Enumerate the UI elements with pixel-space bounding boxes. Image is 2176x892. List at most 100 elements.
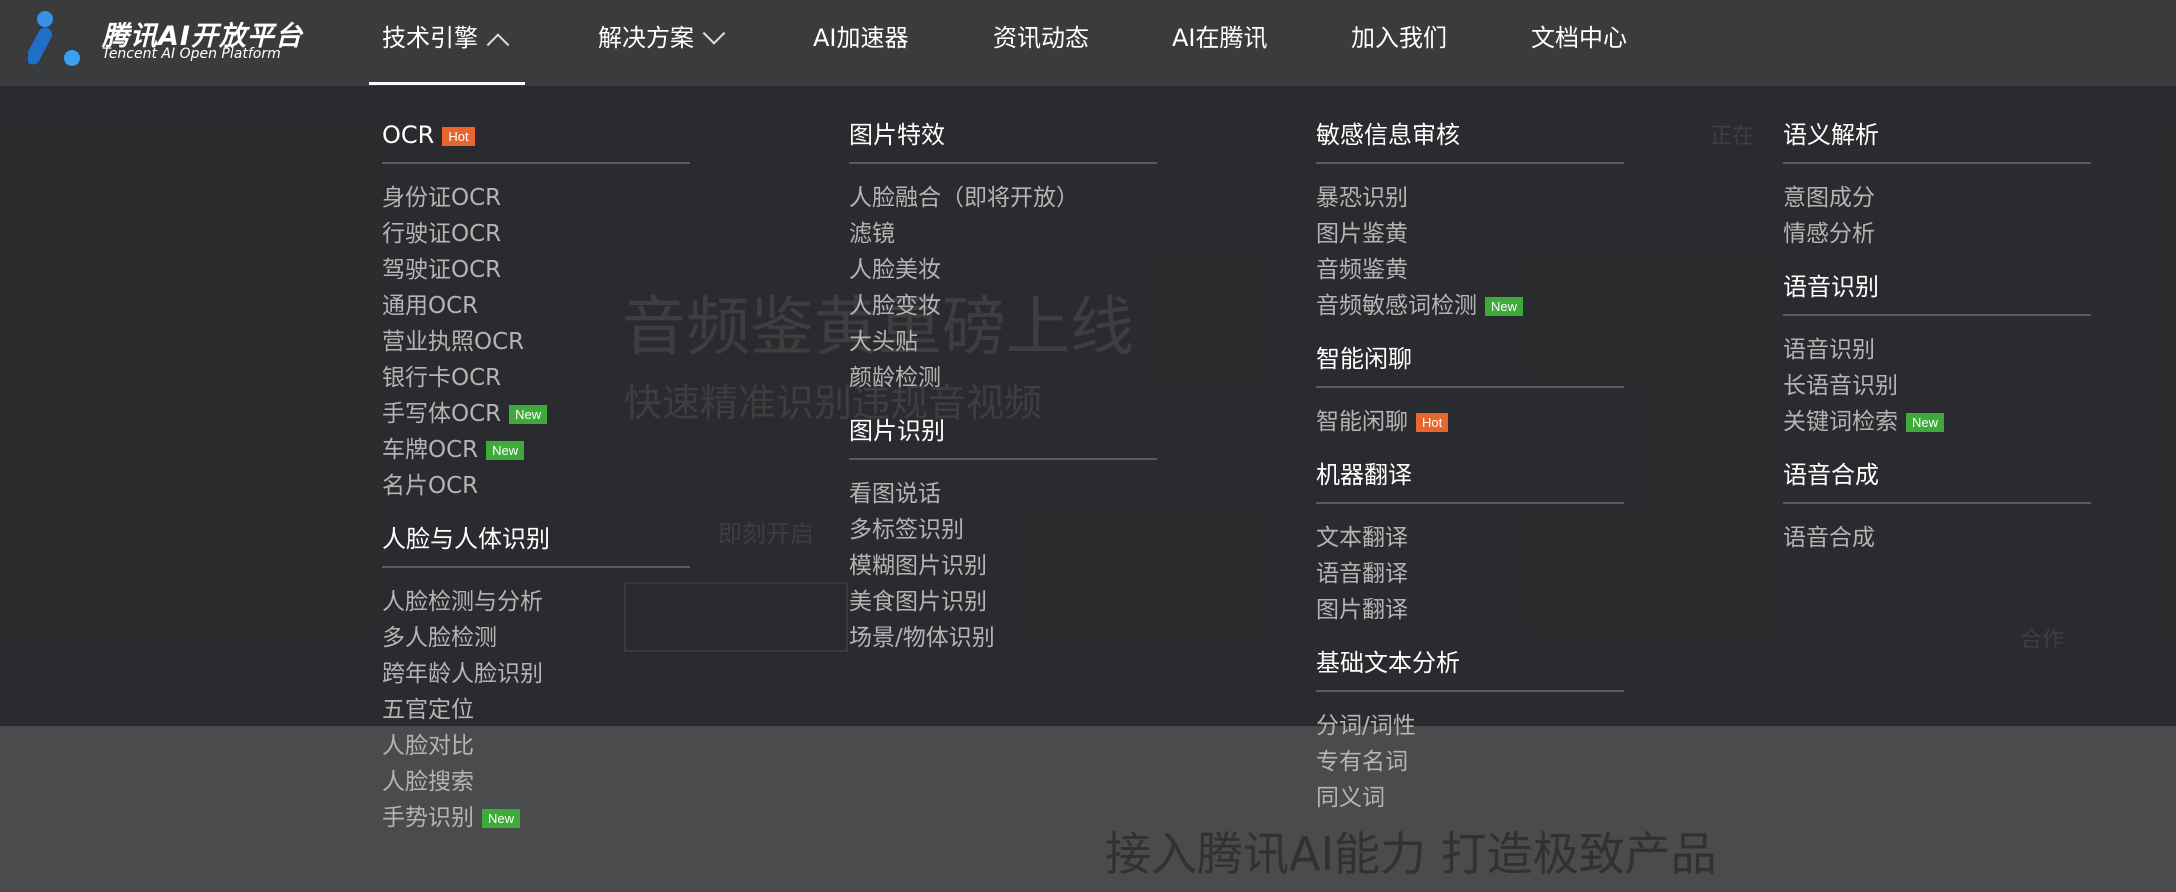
menu-item[interactable]: 音频鉴黄	[1316, 252, 1626, 288]
menu-item[interactable]: 看图说话	[849, 476, 1159, 512]
menu-item[interactable]: 分词/词性	[1316, 708, 1626, 744]
menu-item[interactable]: 意图成分	[1783, 180, 2093, 216]
menu-group-title[interactable]: 语音识别	[1783, 264, 2091, 316]
menu-item[interactable]: 音频敏感词检测 New	[1316, 288, 1626, 324]
menu-group-title-label: 智能闲聊	[1316, 345, 1412, 373]
menu-item[interactable]: 语音识别	[1783, 332, 2093, 368]
menu-item-label: 文本翻译	[1316, 525, 1408, 551]
menu-item[interactable]: 名片OCR	[382, 468, 692, 504]
menu-group-title-label: 图片识别	[849, 417, 945, 445]
menu-group-title-label: 语音识别	[1783, 273, 1879, 301]
menu-item[interactable]: 专有名词	[1316, 744, 1626, 780]
menu-item[interactable]: 场景/物体识别	[849, 620, 1159, 656]
menu-group-title-label: OCR	[382, 121, 435, 149]
menu-column-2: 图片特效人脸融合（即将开放） 滤镜 人脸美妆 人脸变妆 大头贴颜龄检测图片识别看图说话多…	[849, 112, 1159, 656]
menu-item[interactable]: 人脸对比	[382, 728, 692, 764]
menu-group: 语义解析意图成分情感分析	[1783, 112, 2093, 252]
menu-group: 基础文本分析分词/词性专有名词同义词	[1316, 640, 1626, 816]
menu-group-title[interactable]: 基础文本分析	[1316, 640, 1624, 692]
menu-column-4: 语义解析 意图成分 情感分析 语音识别 语音识别 长语音识别 关键词检索 New 语音合成 语音合…	[1783, 112, 2093, 556]
menu-item[interactable]: 人脸融合（即将开放）	[849, 180, 1159, 216]
menu-item[interactable]: 图片鉴黄	[1316, 216, 1626, 252]
menu-item-label: 车牌OCR	[382, 437, 479, 463]
menu-item[interactable]: 滤镜	[849, 216, 1159, 252]
nav-news[interactable]: 资讯动态	[993, 0, 1089, 76]
menu-item[interactable]: 跨年龄人脸识别	[382, 656, 692, 692]
menu-item[interactable]: 通用OCR	[382, 288, 692, 324]
menu-item[interactable]: 人脸搜索	[382, 764, 692, 800]
new-badge: New	[1906, 413, 1945, 432]
menu-item[interactable]: 情感分析	[1783, 216, 2093, 252]
menu-item[interactable]: 图片翻译	[1316, 592, 1626, 628]
menu-group-title[interactable]: 智能闲聊	[1316, 336, 1624, 388]
menu-item-label: 关键词检索	[1783, 409, 1898, 435]
menu-item-label: 图片翻译	[1316, 597, 1408, 623]
menu-group-title[interactable]: 图片特效	[849, 112, 1157, 164]
nav-join-us[interactable]: 加入我们	[1351, 0, 1447, 76]
menu-group-title[interactable]: 敏感信息审核	[1316, 112, 1624, 164]
nav-ai-accelerator[interactable]: AI加速器	[813, 0, 909, 76]
menu-item[interactable]: 身份证OCR	[382, 180, 692, 216]
menu-item[interactable]: 语音翻译	[1316, 556, 1626, 592]
menu-item[interactable]: 多标签识别	[849, 512, 1159, 548]
menu-item[interactable]: 多人脸检测	[382, 620, 692, 656]
nav-solutions-label: 解决方案	[598, 24, 694, 52]
menu-item-label: 专有名词	[1316, 749, 1408, 775]
menu-item[interactable]: 营业执照OCR	[382, 324, 692, 360]
logo[interactable]: 腾讯AI开放平台 Tencent AI Open Platform	[24, 4, 302, 68]
menu-item-label: 语音翻译	[1316, 561, 1408, 587]
menu-item[interactable]: 手势识别 New	[382, 800, 692, 836]
nav-tech-engine-label: 技术引擎	[382, 24, 478, 52]
logo-mark-icon	[28, 11, 80, 66]
menu-group-title-label: 基础文本分析	[1316, 649, 1460, 677]
menu-item[interactable]: 大头贴	[849, 324, 1159, 360]
menu-group-title[interactable]: 语义解析	[1783, 112, 2091, 164]
menu-item-label: 颜龄检测	[849, 365, 941, 391]
nav-docs[interactable]: 文档中心	[1531, 0, 1627, 76]
menu-item[interactable]: 文本翻译	[1316, 520, 1626, 556]
new-badge: New	[509, 405, 548, 424]
menu-item-label: 语音合成	[1783, 525, 1875, 551]
nav-ai-at-tencent[interactable]: AI在腾讯	[1172, 0, 1268, 76]
menu-item[interactable]: 美食图片识别	[849, 584, 1159, 620]
menu-item-label: 手势识别	[382, 805, 474, 831]
menu-item-label: 人脸对比	[382, 733, 474, 759]
menu-item[interactable]: 人脸检测与分析	[382, 584, 692, 620]
menu-group-title[interactable]: 人脸与人体识别	[382, 516, 690, 568]
menu-item[interactable]: 语音合成	[1783, 520, 2093, 556]
menu-group-title-label: 语音合成	[1783, 461, 1879, 489]
hot-badge: Hot	[1416, 413, 1449, 432]
menu-group-title[interactable]: OCR Hot	[382, 112, 690, 164]
menu-group-title[interactable]: 图片识别	[849, 408, 1157, 460]
menu-group: 图片识别看图说话 多标签识别 模糊图片识别美食图片识别场景/物体识别	[849, 408, 1159, 656]
menu-item[interactable]: 驾驶证OCR	[382, 252, 692, 288]
menu-item[interactable]: 银行卡OCR	[382, 360, 692, 396]
menu-item[interactable]: 手写体OCR New	[382, 396, 692, 432]
new-badge: New	[482, 809, 521, 828]
menu-item-label: 美食图片识别	[849, 589, 987, 615]
nav-tech-engine[interactable]: 技术引擎	[382, 0, 510, 76]
menu-item[interactable]: 暴恐识别	[1316, 180, 1626, 216]
menu-item[interactable]: 五官定位	[382, 692, 692, 728]
menu-group: 智能闲聊智能闲聊 Hot	[1316, 336, 1626, 440]
menu-group-title[interactable]: 机器翻译	[1316, 452, 1624, 504]
menu-item[interactable]: 行驶证OCR	[382, 216, 692, 252]
menu-item[interactable]: 智能闲聊 Hot	[1316, 404, 1626, 440]
menu-item[interactable]: 模糊图片识别	[849, 548, 1159, 584]
menu-item[interactable]: 人脸变妆	[849, 288, 1159, 324]
nav-solutions[interactable]: 解决方案	[598, 0, 726, 76]
menu-group: 图片特效人脸融合（即将开放） 滤镜 人脸美妆 人脸变妆 大头贴颜龄检测	[849, 112, 1159, 396]
menu-item[interactable]: 长语音识别	[1783, 368, 2093, 404]
chevron-up-icon	[486, 33, 510, 56]
menu-item[interactable]: 人脸美妆	[849, 252, 1159, 288]
menu-group-title-label: 机器翻译	[1316, 461, 1412, 489]
menu-item[interactable]: 同义词	[1316, 780, 1626, 816]
menu-item-label: 人脸搜索	[382, 769, 474, 795]
menu-item[interactable]: 关键词检索 New	[1783, 404, 2093, 440]
new-badge: New	[486, 441, 525, 460]
menu-item[interactable]: 车牌OCR New	[382, 432, 692, 468]
menu-item[interactable]: 颜龄检测	[849, 360, 1159, 396]
menu-group-title[interactable]: 语音合成	[1783, 452, 2091, 504]
menu-item-label: 驾驶证OCR	[382, 257, 502, 283]
menu-item-label: 意图成分	[1783, 185, 1875, 211]
